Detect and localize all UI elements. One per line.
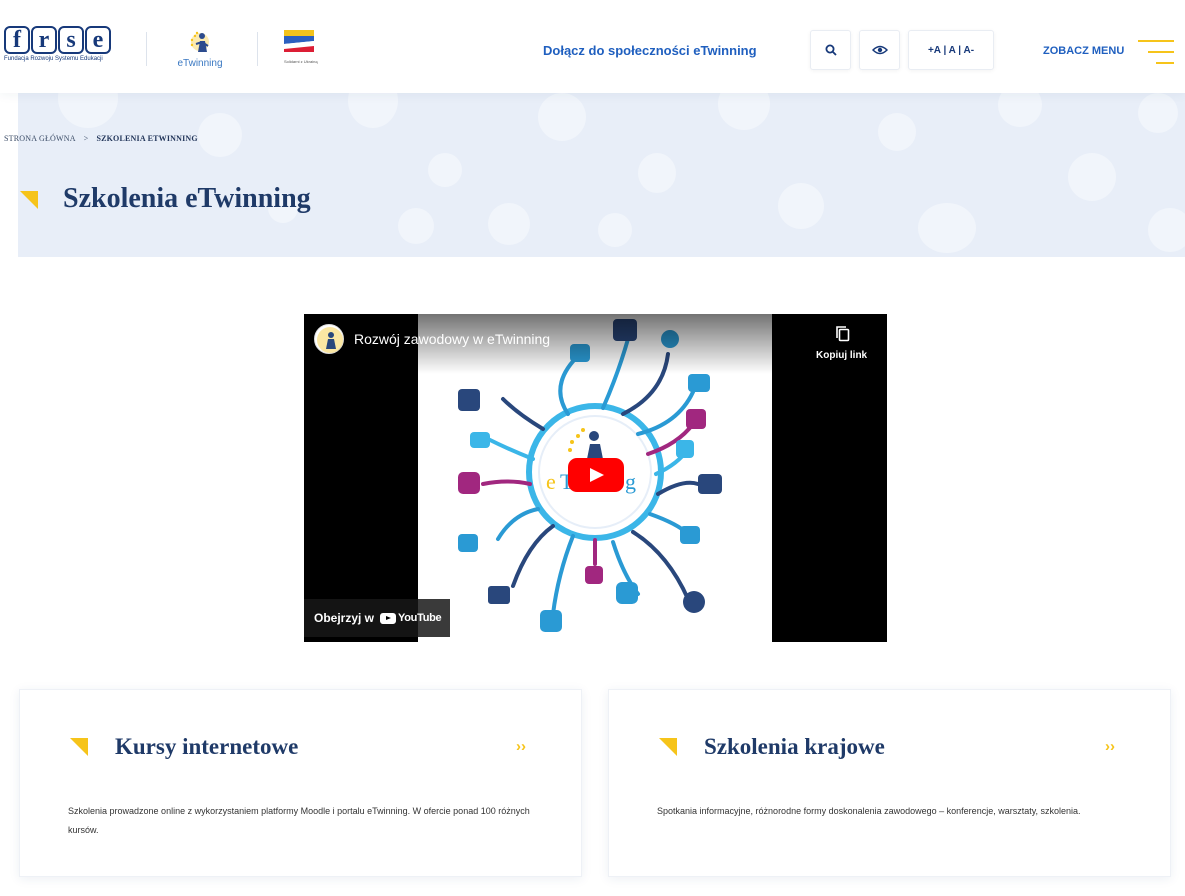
copy-link-icon[interactable] bbox=[836, 326, 850, 342]
frse-letter: f bbox=[4, 26, 30, 54]
frse-logo[interactable]: f r s e Fundacja Rozwoju Systemu Edukacj… bbox=[4, 26, 116, 66]
youtube-play-icon bbox=[380, 612, 397, 624]
breadcrumb: STRONA GŁÓWNA > SZKOLENIA ETWINNING bbox=[4, 134, 198, 143]
etwinning-avatar-icon bbox=[317, 327, 343, 353]
card-online-courses[interactable]: Kursy internetowe ›› Szkolenia prowadzon… bbox=[19, 689, 582, 877]
site-header: f r s e Fundacja Rozwoju Systemu Edukacj… bbox=[0, 0, 1185, 93]
breadcrumb-home-link[interactable]: STRONA GŁÓWNA bbox=[4, 134, 76, 143]
etwinning-logo[interactable]: eTwinning bbox=[170, 30, 230, 70]
frse-logo-mark: f r s e bbox=[4, 26, 116, 54]
frse-logo-subtitle: Fundacja Rozwoju Systemu Edukacji bbox=[4, 56, 103, 62]
watch-on-label: Obejrzyj w bbox=[314, 611, 375, 625]
search-button[interactable] bbox=[810, 30, 851, 70]
card-national-trainings[interactable]: Szkolenia krajowe ›› Spotkania informacy… bbox=[608, 689, 1171, 877]
youtube-video-embed[interactable]: e T g Rozwój zawodowy w eTwinning Kopiuj… bbox=[304, 314, 887, 642]
double-chevron-right-icon[interactable]: ›› bbox=[516, 738, 526, 755]
logo-divider bbox=[146, 32, 147, 66]
frse-letter: e bbox=[85, 26, 111, 54]
font-size-controls[interactable]: +A | A | A- bbox=[908, 30, 994, 70]
etwinning-figure-icon bbox=[190, 31, 209, 52]
card-title[interactable]: Kursy internetowe bbox=[115, 734, 298, 760]
play-button-icon[interactable] bbox=[568, 458, 624, 492]
frse-letter: s bbox=[58, 26, 84, 54]
breadcrumb-current: SZKOLENIA ETWINNING bbox=[96, 134, 198, 143]
card-description: Szkolenia prowadzone online z wykorzysta… bbox=[68, 806, 530, 835]
youtube-wordmark: YouTube bbox=[398, 612, 442, 624]
menu-toggle-label[interactable]: ZOBACZ MENU bbox=[1043, 45, 1124, 57]
page-title: Szkolenia eTwinning bbox=[63, 183, 311, 214]
page-hero bbox=[18, 93, 1185, 257]
logo-divider bbox=[257, 32, 258, 66]
contrast-button[interactable] bbox=[859, 30, 900, 70]
search-icon bbox=[825, 44, 837, 56]
breadcrumb-separator: > bbox=[83, 134, 89, 143]
hamburger-menu-icon[interactable] bbox=[1138, 40, 1174, 64]
copy-link-button[interactable]: Kopiuj link bbox=[816, 350, 867, 361]
card-accent-icon bbox=[70, 738, 88, 756]
etwinning-logo-label: eTwinning bbox=[177, 58, 223, 69]
card-description: Spotkania informacyjne, różnorodne formy… bbox=[657, 806, 1081, 816]
channel-avatar[interactable] bbox=[314, 324, 344, 354]
logo-letter: e bbox=[546, 469, 556, 494]
youtube-logo: YouTube bbox=[380, 612, 442, 624]
video-title[interactable]: Rozwój zawodowy w eTwinning bbox=[354, 331, 550, 347]
double-chevron-right-icon[interactable]: ›› bbox=[1105, 738, 1115, 755]
ukraine-flag-icon bbox=[284, 30, 314, 52]
frse-letter: r bbox=[31, 26, 57, 54]
solidarity-ukraine-label: Solidarni z Ukrainą bbox=[284, 59, 318, 64]
card-accent-icon bbox=[659, 738, 677, 756]
card-title[interactable]: Szkolenia krajowe bbox=[704, 734, 885, 760]
watch-on-youtube-button[interactable]: Obejrzyj w YouTube bbox=[304, 599, 450, 637]
solidarity-ukraine-logo[interactable]: Solidarni z Ukrainą bbox=[284, 30, 320, 66]
title-accent-icon bbox=[20, 191, 38, 209]
logo-letter: g bbox=[625, 469, 636, 494]
eye-icon bbox=[871, 45, 888, 55]
join-community-link[interactable]: Dołącz do społeczności eTwinning bbox=[543, 43, 757, 58]
